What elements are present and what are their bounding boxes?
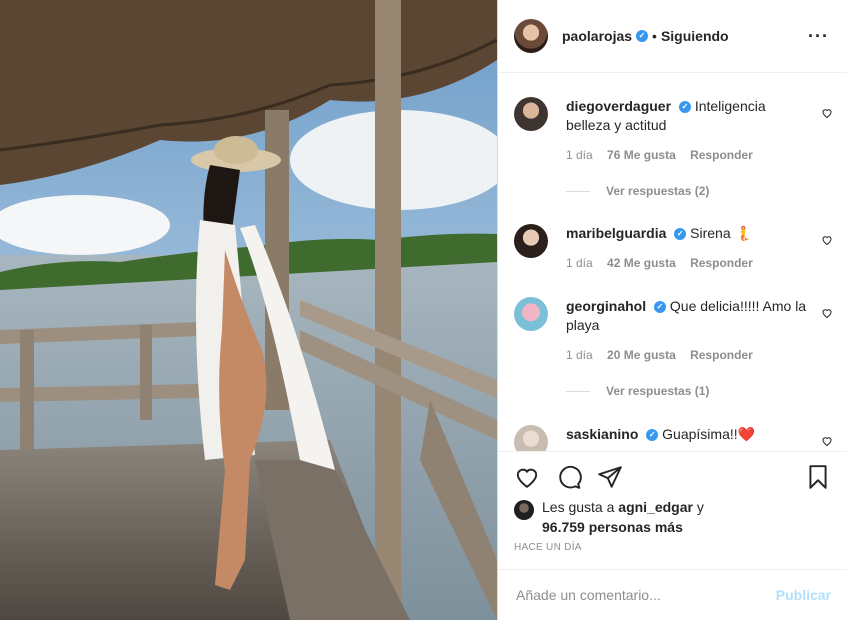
view-replies-button[interactable]: Ver respuestas (1): [566, 384, 833, 398]
liker-avatar[interactable]: [514, 500, 534, 520]
like-comment-heart-icon[interactable]: [821, 435, 833, 447]
likes-summary: Les gusta a agni_edgar y 96.759 personas…: [514, 497, 831, 537]
comment-username[interactable]: maribelguardia: [566, 225, 666, 241]
comment-bubble-icon[interactable]: [556, 464, 582, 490]
comment-age: 1 día: [566, 148, 593, 162]
separator-dot: •: [652, 28, 657, 44]
comment-meta: 1 día 76 Me gusta Responder: [566, 148, 833, 162]
verified-badge-icon: ✓: [678, 101, 691, 114]
comment-item: maribelguardia ✓ Sirena 🧜 1 día 42 Me gu…: [514, 224, 833, 270]
comment-username[interactable]: saskianino: [566, 426, 638, 442]
post-actions-bar: [498, 451, 847, 500]
comments-list[interactable]: diegoverdaguer ✓ Inteligencia belleza y …: [498, 73, 847, 451]
commenter-avatar[interactable]: [514, 224, 548, 258]
save-bookmark-icon[interactable]: [805, 464, 831, 490]
share-paper-plane-icon[interactable]: [597, 464, 623, 490]
like-heart-icon[interactable]: [514, 464, 540, 490]
follow-status-button[interactable]: Siguiendo: [661, 28, 729, 44]
comment-likes[interactable]: 76 Me gusta: [607, 148, 676, 162]
like-comment-heart-icon[interactable]: [821, 307, 833, 319]
comment-body: saskianino ✓ Guapísima!!❤️: [566, 425, 807, 444]
replies-divider: [566, 190, 590, 192]
verified-badge-icon: ✓: [654, 301, 667, 314]
author-username[interactable]: paolarojas: [562, 28, 632, 44]
more-options-icon[interactable]: ···: [808, 26, 829, 47]
comment-item: diegoverdaguer ✓ Inteligencia belleza y …: [514, 97, 833, 198]
add-comment-bar: Publicar: [498, 569, 847, 620]
post-photo-illustration: [0, 0, 497, 620]
verified-badge-icon: ✓: [674, 228, 687, 241]
comment-meta: 1 día 42 Me gusta Responder: [566, 256, 833, 270]
commenter-avatar[interactable]: [514, 97, 548, 131]
likes-prefix: Les gusta a: [542, 499, 615, 515]
view-replies-label: Ver respuestas (1): [606, 384, 710, 398]
like-comment-heart-icon[interactable]: [821, 107, 833, 119]
post-timestamp[interactable]: HACE UN DÍA: [514, 542, 582, 553]
comment-likes[interactable]: 20 Me gusta: [607, 348, 676, 362]
reply-button[interactable]: Responder: [690, 348, 753, 362]
post-photo[interactable]: [0, 0, 497, 620]
replies-divider: [566, 390, 590, 392]
like-comment-heart-icon[interactable]: [821, 234, 833, 246]
comment-item: georginahol ✓ Que delicia!!!!! Amo la pl…: [514, 297, 833, 398]
comment-age: 1 día: [566, 348, 593, 362]
likes-count[interactable]: 96.759 personas más: [542, 519, 683, 535]
verified-badge-icon: ✓: [646, 429, 659, 442]
view-replies-button[interactable]: Ver respuestas (2): [566, 184, 833, 198]
commenter-avatar[interactable]: [514, 425, 548, 451]
liker-username[interactable]: agni_edgar: [618, 499, 693, 515]
comment-age: 1 día: [566, 256, 593, 270]
comment-item: saskianino ✓ Guapísima!!❤️: [514, 425, 833, 451]
comment-body: georginahol ✓ Que delicia!!!!! Amo la pl…: [566, 297, 807, 335]
publish-button[interactable]: Publicar: [776, 587, 831, 603]
post-header: paolarojas ✓ • Siguiendo ···: [498, 0, 847, 73]
comment-text: Guapísima!!❤️: [662, 426, 756, 442]
comment-input[interactable]: [514, 586, 776, 604]
reply-button[interactable]: Responder: [690, 256, 753, 270]
likes-connector: y: [696, 499, 704, 515]
view-replies-label: Ver respuestas (2): [606, 184, 710, 198]
comment-username[interactable]: diegoverdaguer: [566, 98, 671, 114]
likes-text: Les gusta a agni_edgar y 96.759 personas…: [542, 497, 831, 537]
comment-username[interactable]: georginahol: [566, 298, 646, 314]
post-sidebar: paolarojas ✓ • Siguiendo ··· diegoverdag…: [497, 0, 847, 620]
comment-body: maribelguardia ✓ Sirena 🧜: [566, 224, 807, 243]
commenter-avatar[interactable]: [514, 297, 548, 331]
comment-text: Sirena 🧜: [690, 225, 752, 241]
comment-likes[interactable]: 42 Me gusta: [607, 256, 676, 270]
comment-meta: 1 día 20 Me gusta Responder: [566, 348, 833, 362]
author-avatar[interactable]: [514, 19, 548, 53]
reply-button[interactable]: Responder: [690, 148, 753, 162]
verified-badge-icon: ✓: [636, 30, 649, 42]
comment-body: diegoverdaguer ✓ Inteligencia belleza y …: [566, 97, 807, 135]
